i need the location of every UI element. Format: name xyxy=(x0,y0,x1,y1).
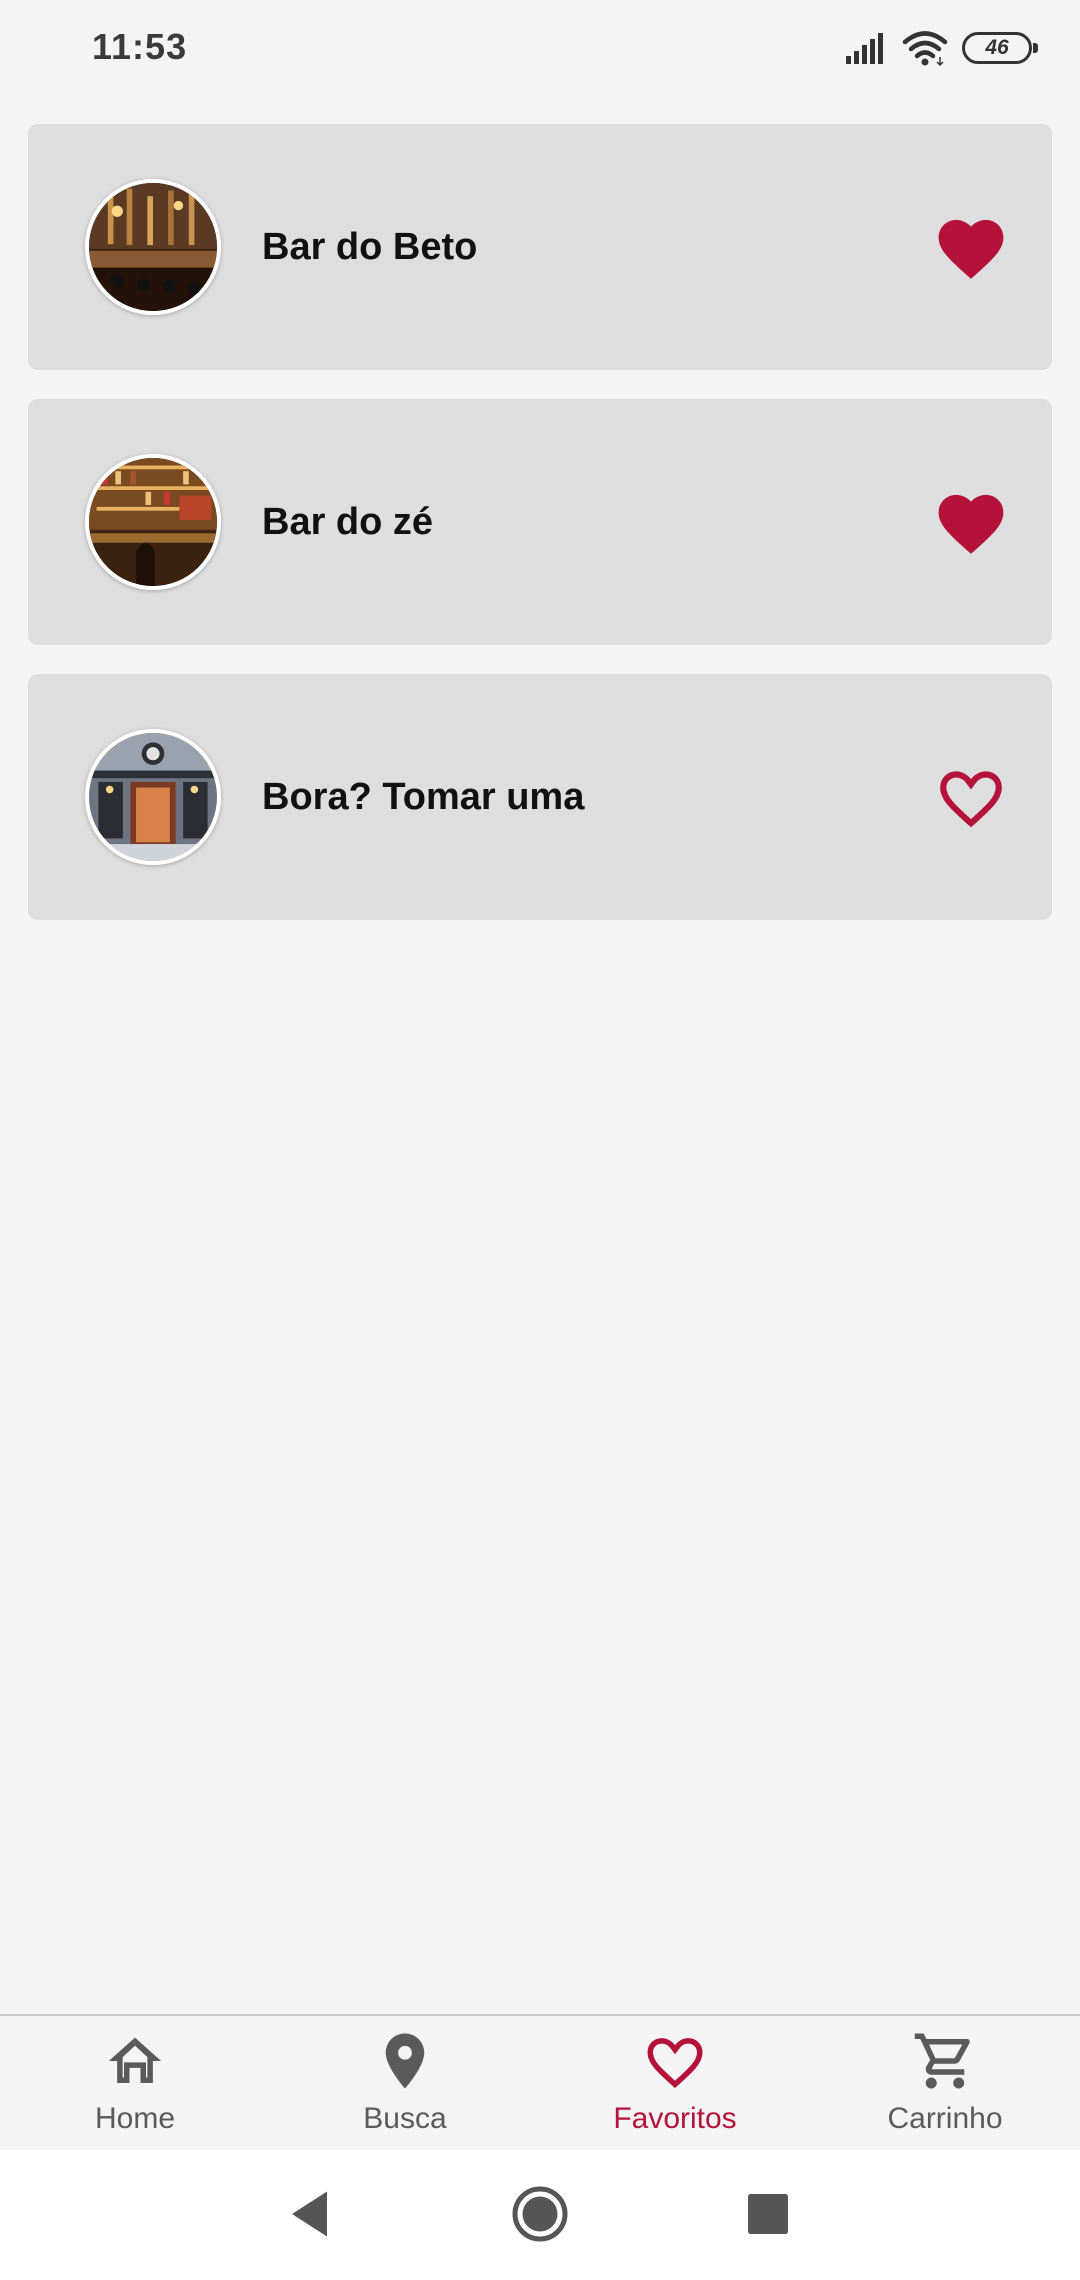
signal-icon xyxy=(846,33,883,64)
nav-item-home[interactable]: Home xyxy=(0,2016,270,2150)
bar-storefront-photo xyxy=(89,733,217,861)
nav-label: Busca xyxy=(363,2102,447,2135)
home-icon xyxy=(108,2037,162,2083)
bottom-navigation: Home Busca Favoritos Carrinho xyxy=(0,2014,1080,2150)
heart-filled-icon xyxy=(938,219,1004,279)
status-time: 11:53 xyxy=(92,26,188,67)
home-button[interactable] xyxy=(510,2184,570,2244)
favorite-card-bar-do-beto[interactable]: Bar do Beto xyxy=(28,124,1052,370)
status-bar: 11:53 46 xyxy=(0,0,1080,96)
nav-label: Carrinho xyxy=(887,2102,1003,2135)
favorite-toggle-heart-icon[interactable] xyxy=(934,762,1008,832)
favorite-card-bora-tomar-uma[interactable]: Bora? Tomar uma xyxy=(28,674,1052,920)
battery-level: 46 xyxy=(985,36,1009,59)
favorite-toggle-heart-icon[interactable] xyxy=(934,487,1008,557)
heart-filled-icon xyxy=(938,494,1004,554)
status-icons: 46 xyxy=(844,26,1038,70)
cart-icon xyxy=(914,2033,970,2089)
nav-item-carrinho[interactable]: Carrinho xyxy=(810,2016,1080,2150)
favorite-card-bar-do-ze[interactable]: Bar do zé xyxy=(28,399,1052,645)
nav-item-favoritos[interactable]: Favoritos xyxy=(540,2016,810,2150)
back-triangle-icon xyxy=(292,2191,327,2237)
recents-square-icon xyxy=(748,2194,788,2234)
nav-item-busca[interactable]: Busca xyxy=(270,2016,540,2150)
bar-interior-photo xyxy=(89,183,217,311)
location-pin-icon xyxy=(385,2033,425,2089)
bar-avatar xyxy=(85,729,221,865)
favorite-name: Bora? Tomar uma xyxy=(262,775,585,818)
back-button[interactable] xyxy=(282,2184,342,2244)
favorites-list: Bar do Beto Bar do zé Bora? Tomar uma xyxy=(28,124,1052,949)
favorite-name: Bar do Beto xyxy=(262,225,478,268)
favorites-screen: 11:53 46 Bar do Beto Bar do zé Bora? Tom… xyxy=(0,0,1080,2280)
wifi-icon xyxy=(902,31,948,67)
recents-button[interactable] xyxy=(738,2184,798,2244)
battery-icon: 46 xyxy=(962,32,1038,64)
favorite-toggle-heart-icon[interactable] xyxy=(934,212,1008,282)
home-circle-icon xyxy=(512,2186,568,2242)
heart-outline-icon xyxy=(940,771,1002,828)
bar-avatar xyxy=(85,179,221,315)
heart-icon xyxy=(647,2038,703,2089)
nav-label: Favoritos xyxy=(613,2102,737,2135)
bar-avatar xyxy=(85,454,221,590)
nav-label: Home xyxy=(94,2102,176,2135)
favorite-name: Bar do zé xyxy=(262,500,434,543)
bar-shelves-photo xyxy=(89,458,217,586)
system-navigation-bar xyxy=(0,2150,1080,2280)
